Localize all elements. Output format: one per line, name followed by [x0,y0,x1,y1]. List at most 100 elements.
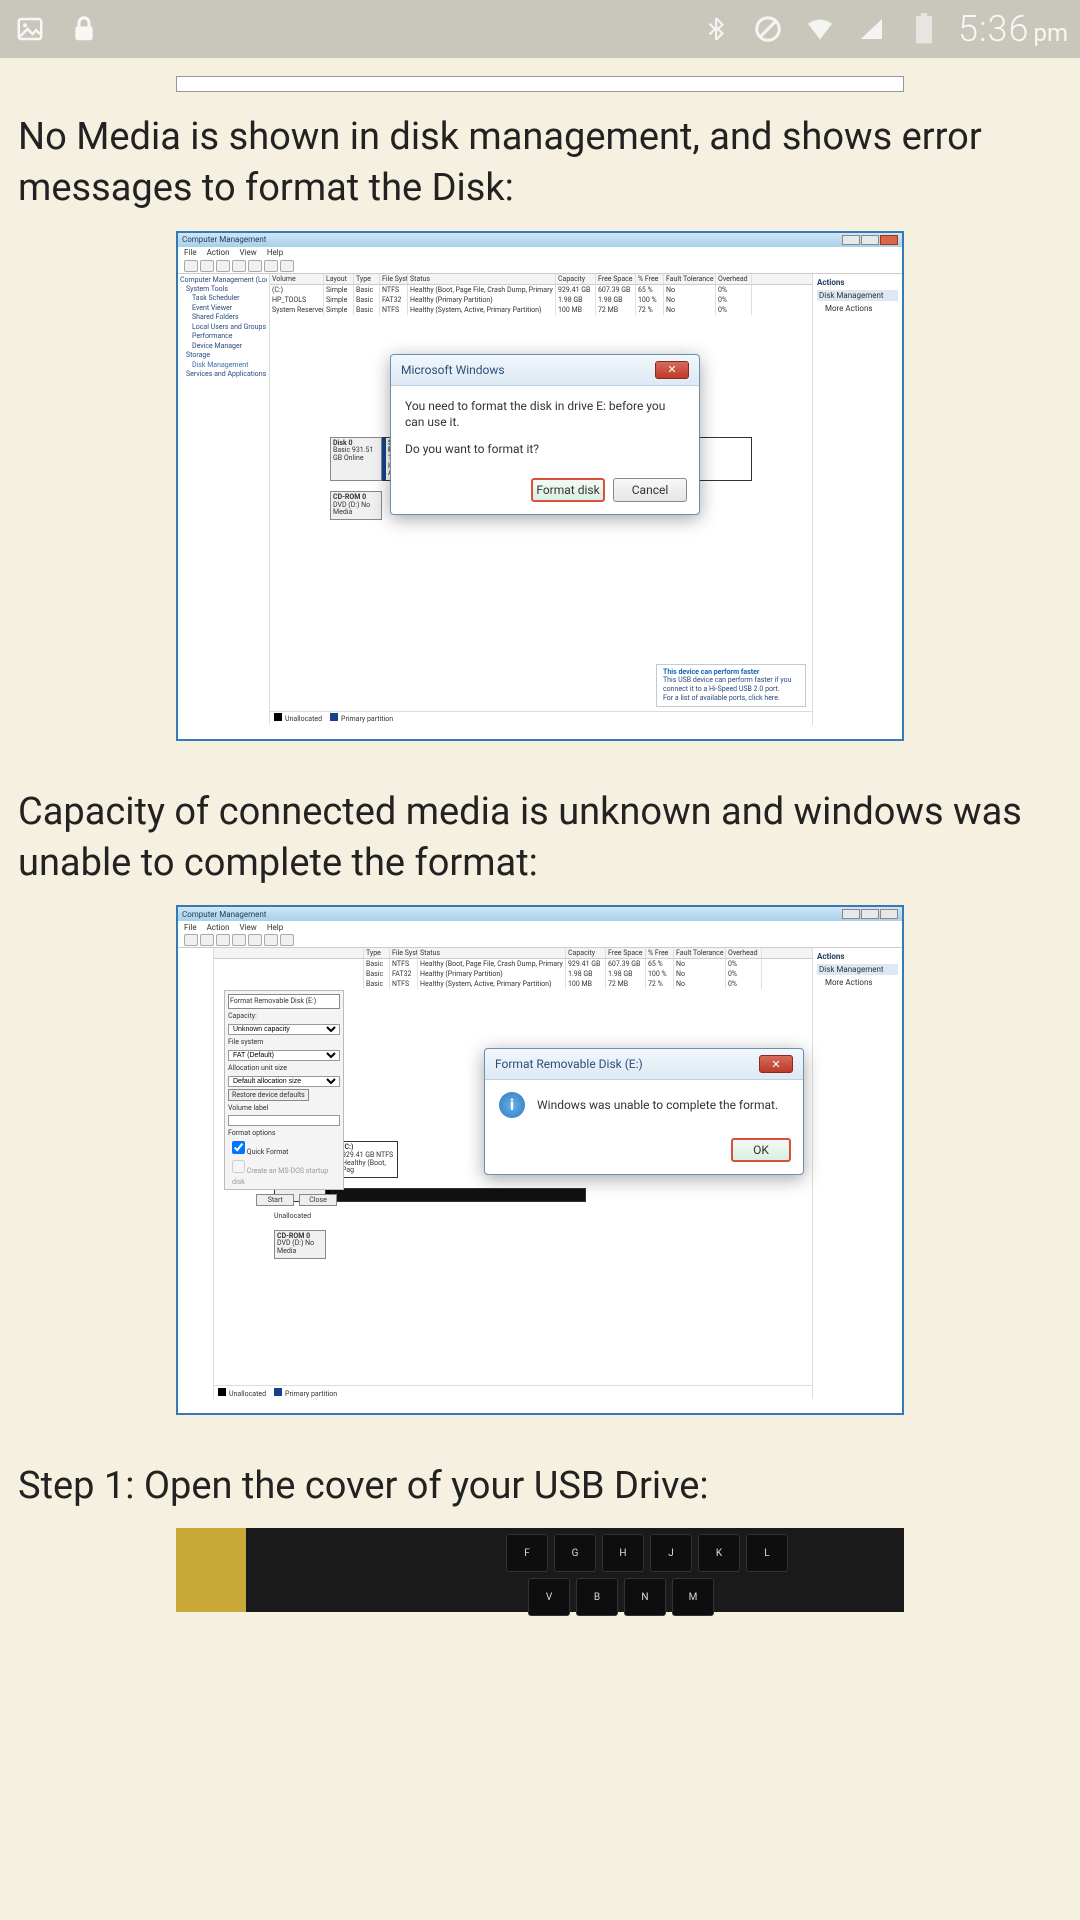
table-row: BasicFAT32Healthy (Primary Partition)1.9… [214,969,812,979]
disk0-sub: Basic 931.51 GB Online [333,446,373,462]
view2-icon [280,260,294,272]
help-icon [248,260,262,272]
toolbar [178,933,902,947]
actions-header: Actions [817,278,898,287]
format-prompt-dialog: Microsoft Windows ✕ You need to format t… [390,354,700,515]
cdrom-row: CD-ROM 0 DVD (D:) No Media [274,1230,752,1259]
aus-select: Default allocation size [228,1076,340,1087]
col-percentfree: % Free [646,948,674,958]
back-icon [184,260,198,272]
capacity-label: Capacity: [228,1011,340,1022]
format-options-label: Format options [228,1128,340,1139]
table-row: System ReservedSimpleBasicNTFSHealthy (S… [270,305,812,315]
menu-bar: File Action View Help [178,921,902,933]
volume-label-label: Volume label [228,1103,340,1114]
filesystem-select: FAT (Default) [228,1050,340,1061]
window-titlebar: Computer Management [178,233,902,247]
tree-local-users: Local Users and Groups [180,323,267,332]
properties-icon [232,260,246,272]
format-disk-button: Format disk [531,478,605,502]
window-titlebar: Computer Management [178,907,902,921]
col-capacity: Capacity [556,274,596,284]
menu-help: Help [267,248,283,257]
screenshot-disk-management-format-prompt: Computer Management File Action View Hel… [176,231,904,741]
tree-device-manager: Device Manager [180,342,267,351]
tree-event-viewer: Event Viewer [180,304,267,313]
picture-icon [12,11,48,47]
table-row: (C:)SimpleBasicNTFSHealthy (Boot, Page F… [270,285,812,295]
close-button: Close [299,1194,337,1206]
menu-view: View [240,923,257,932]
actions-more: More Actions [817,304,898,313]
col-percentfree: % Free [636,274,664,284]
view2-icon [280,934,294,946]
cancel-button: Cancel [613,478,687,502]
dialog-close-icon: ✕ [759,1055,793,1073]
info-icon: i [499,1092,525,1118]
format-options-panel: Format Removable Disk (E:) Capacity: Unk… [224,990,344,1190]
forward-icon [200,934,214,946]
col-faulttol: Fault Tolerance [664,274,716,284]
col-type: Type [354,274,380,284]
tree-system-tools: System Tools [180,285,267,294]
col-overhead: Overhead [726,948,762,958]
dialog-close-icon: ✕ [655,361,689,379]
start-button: Start [256,1194,294,1206]
col-layout: Layout [324,274,354,284]
volume-table: Volume Layout Type File System Status Ca… [270,274,812,315]
filesystem-label: File system [228,1037,340,1048]
table-row: BasicNTFSHealthy (Boot, Page File, Crash… [214,959,812,969]
tip-line2: For a list of available ports, click her… [663,694,799,703]
paragraph-unknown-capacity: Capacity of connected media is unknown a… [18,787,1062,890]
col-filesystem: File System [390,948,418,958]
dialog-message-1: You need to format the disk in drive E: … [405,398,685,432]
nav-tree: Computer Management (Local System Tools … [178,274,270,725]
minimize-icon [842,235,860,245]
balloon-tip: This device can perform faster This USB … [656,664,806,707]
cdrom-sub: DVD (D:) No Media [277,1239,314,1255]
unallocated-label: Unallocated [274,1212,752,1220]
menu-action: Action [207,248,230,257]
view-icon [264,260,278,272]
tree-storage: Storage [180,351,267,360]
unknown-disk-row: . [274,1188,752,1202]
menu-view: View [240,248,257,257]
dialog-title: Microsoft Windows [401,363,505,377]
capacity-select: Unknown capacity [228,1024,340,1035]
volume-label-input [228,1115,340,1126]
format-panel-title: Format Removable Disk (E:) [228,994,340,1009]
menu-file: File [184,923,197,932]
back-icon [184,934,198,946]
actions-dm: Disk Management [817,964,898,975]
toolbar [178,259,902,273]
tree-task-scheduler: Task Scheduler [180,294,267,303]
minimize-icon [842,909,860,919]
tree-root: Computer Management (Local [180,276,267,285]
menu-file: File [184,248,197,257]
refresh-icon [216,260,230,272]
actions-dm: Disk Management [817,290,898,301]
col-freespace: Free Space [596,274,636,284]
menu-bar: File Action View Help [178,247,902,259]
nav-tree-collapsed [178,948,214,1399]
c-sub: 929.41 GB NTFS Healthy (Boot, Pag [342,1151,393,1174]
tree-performance: Performance [180,332,267,341]
col-filesystem: File System [380,274,408,284]
wifi-icon [802,11,838,47]
battery-icon [906,11,942,47]
no-entry-icon [750,11,786,47]
legend: Unallocated Primary partition [270,711,812,725]
screenshot-format-failed: Computer Management File Action View Hel… [176,905,904,1415]
forward-icon [200,260,214,272]
volume-table: Type File System Status Capacity Free Sp… [214,948,812,989]
cdrom-sub: DVD (D:) No Media [333,501,370,517]
article-content[interactable]: No Media is shown in disk management, an… [0,58,1080,1630]
actions-pane: Actions Disk Management More Actions [812,274,902,725]
menu-action: Action [207,923,230,932]
format-error-dialog: Format Removable Disk (E:) ✕ i Windows w… [484,1048,804,1175]
view-icon [264,934,278,946]
table-row: HP_TOOLSSimpleBasicFAT32Healthy (Primary… [270,295,812,305]
restore-defaults-button: Restore device defaults [228,1089,309,1101]
paragraph-no-media: No Media is shown in disk management, an… [18,112,1062,215]
close-icon [880,909,898,919]
